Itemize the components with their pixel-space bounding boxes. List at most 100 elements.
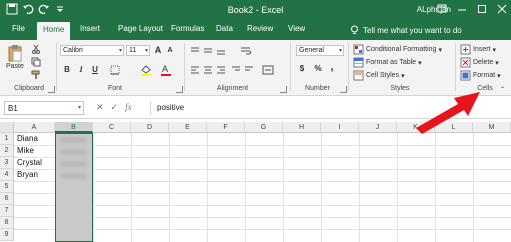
column-header-j[interactable]: J [359, 122, 397, 133]
align-top-icon[interactable] [190, 46, 230, 56]
blurred-cell-b2 [61, 149, 87, 155]
close-icon[interactable] [497, 3, 507, 15]
gridline [435, 133, 436, 242]
conditional-formatting-icon [353, 44, 364, 55]
group-separator [184, 43, 185, 91]
underline-button[interactable]: U [90, 65, 100, 75]
column-header-e[interactable]: E [169, 122, 207, 133]
font-name-select[interactable]: Calibri ▾ [60, 45, 124, 56]
gridline [93, 133, 94, 242]
delete-cells-button[interactable]: Delete ▾ [460, 57, 499, 68]
cell-a1[interactable]: Diana [15, 133, 38, 145]
borders-icon[interactable] [110, 65, 121, 75]
gridline [473, 133, 474, 242]
maximize-icon[interactable] [477, 3, 487, 15]
number-format-select[interactable]: General ▾ [296, 45, 344, 56]
lightbulb-icon [351, 25, 358, 34]
merge-center-icon[interactable] [262, 64, 274, 76]
tab-view[interactable]: View [288, 24, 305, 33]
chevron-down-icon: ▾ [118, 48, 122, 54]
cell-styles-button[interactable]: Cell Styles ▾ [353, 70, 405, 81]
column-header-d[interactable]: D [131, 122, 169, 133]
insert-function-button[interactable]: fx [125, 102, 132, 113]
cancel-icon[interactable]: ✕ [96, 102, 104, 113]
worksheet-grid[interactable]: A B C D E F G H I J K L M 1 2 3 4 5 6 7 … [0, 122, 511, 242]
format-cells-button[interactable]: Format ▾ [460, 70, 501, 81]
row-header-9[interactable]: 9 [0, 229, 14, 241]
currency-button[interactable]: $ [297, 64, 307, 74]
tab-insert[interactable]: Insert [80, 24, 100, 33]
group-separator [290, 43, 291, 91]
row-header-1[interactable]: 1 [0, 133, 14, 145]
column-header-b[interactable]: B [55, 122, 93, 133]
cell-a3[interactable]: Crystal [15, 157, 42, 169]
copy-icon[interactable] [31, 57, 41, 67]
gridline [245, 133, 246, 242]
percent-button[interactable]: % [313, 64, 323, 74]
row-header-6[interactable]: 6 [0, 193, 14, 205]
format-painter-icon[interactable] [31, 70, 41, 80]
row-header-4[interactable]: 4 [0, 169, 14, 181]
ribbon-display-icon[interactable] [437, 3, 447, 15]
tab-home[interactable]: Home [37, 22, 71, 40]
format-as-table-label: Format as Table [366, 59, 417, 66]
fill-color-icon[interactable] [140, 64, 152, 76]
font-launcher-icon[interactable] [176, 86, 183, 93]
font-size-select[interactable]: 11 ▾ [126, 45, 150, 56]
group-separator [455, 43, 456, 91]
row-header-8[interactable]: 8 [0, 217, 14, 229]
paste-icon [8, 45, 22, 62]
wrap-text-icon[interactable] [240, 45, 252, 57]
minimize-icon[interactable] [457, 3, 467, 15]
number-launcher-icon[interactable] [340, 86, 347, 93]
conditional-formatting-label: Conditional Formatting [366, 46, 437, 53]
cut-icon[interactable] [31, 44, 41, 54]
conditional-formatting-button[interactable]: Conditional Formatting ▾ [353, 44, 442, 55]
alignment-launcher-icon[interactable] [280, 86, 287, 93]
row-header-5[interactable]: 5 [0, 181, 14, 193]
italic-button[interactable]: I [76, 65, 86, 75]
tab-review[interactable]: Review [247, 24, 273, 33]
row-header-3[interactable]: 3 [0, 157, 14, 169]
shrink-font-button[interactable]: A [165, 46, 175, 56]
column-header-g[interactable]: G [245, 122, 283, 133]
gridline [283, 133, 284, 242]
column-header-i[interactable]: I [321, 122, 359, 133]
insert-cells-button[interactable]: Insert ▾ [460, 44, 496, 55]
gridline [397, 133, 398, 242]
row-header-2[interactable]: 2 [0, 145, 14, 157]
font-color-icon[interactable]: A [160, 64, 172, 76]
tab-formulas[interactable]: Formulas [171, 24, 204, 33]
format-as-table-button[interactable]: Format as Table ▾ [353, 57, 422, 68]
column-header-f[interactable]: F [207, 122, 245, 133]
align-left-icon[interactable] [190, 65, 260, 75]
window-controls [437, 3, 507, 15]
insert-cells-icon [460, 44, 471, 55]
font-group-label: Font [107, 85, 122, 92]
format-cells-label: Format [473, 72, 496, 79]
chevron-down-icon: ▾ [338, 48, 342, 54]
select-all-corner[interactable] [0, 122, 14, 133]
tab-file[interactable]: File [12, 24, 25, 33]
column-header-c[interactable]: C [93, 122, 131, 133]
name-box[interactable]: B1 ▾ [4, 101, 84, 115]
enter-icon[interactable]: ✓ [111, 102, 119, 113]
clipboard-launcher-icon[interactable] [48, 86, 55, 93]
format-cells-icon [460, 70, 471, 81]
collapse-ribbon-icon[interactable]: ⌃ [500, 86, 505, 93]
chevron-down-icon: ▾ [495, 59, 499, 67]
tell-me-box[interactable]: Tell me what you want to do [350, 25, 462, 35]
cell-a2[interactable]: Mike [15, 145, 34, 157]
column-header-a[interactable]: A [14, 122, 55, 133]
paste-button[interactable]: Paste [6, 44, 24, 70]
tab-data[interactable]: Data [216, 24, 233, 33]
column-header-h[interactable]: H [283, 122, 321, 133]
grow-font-button[interactable]: A [153, 45, 163, 55]
cell-a4[interactable]: Bryan [15, 169, 38, 181]
row-header-7[interactable]: 7 [0, 205, 14, 217]
chevron-down-icon: ▾ [144, 48, 148, 54]
comma-button[interactable]: , [327, 62, 337, 73]
tab-page-layout[interactable]: Page Layout [118, 24, 163, 33]
chevron-down-icon: ▾ [77, 105, 81, 111]
bold-button[interactable]: B [62, 65, 72, 75]
